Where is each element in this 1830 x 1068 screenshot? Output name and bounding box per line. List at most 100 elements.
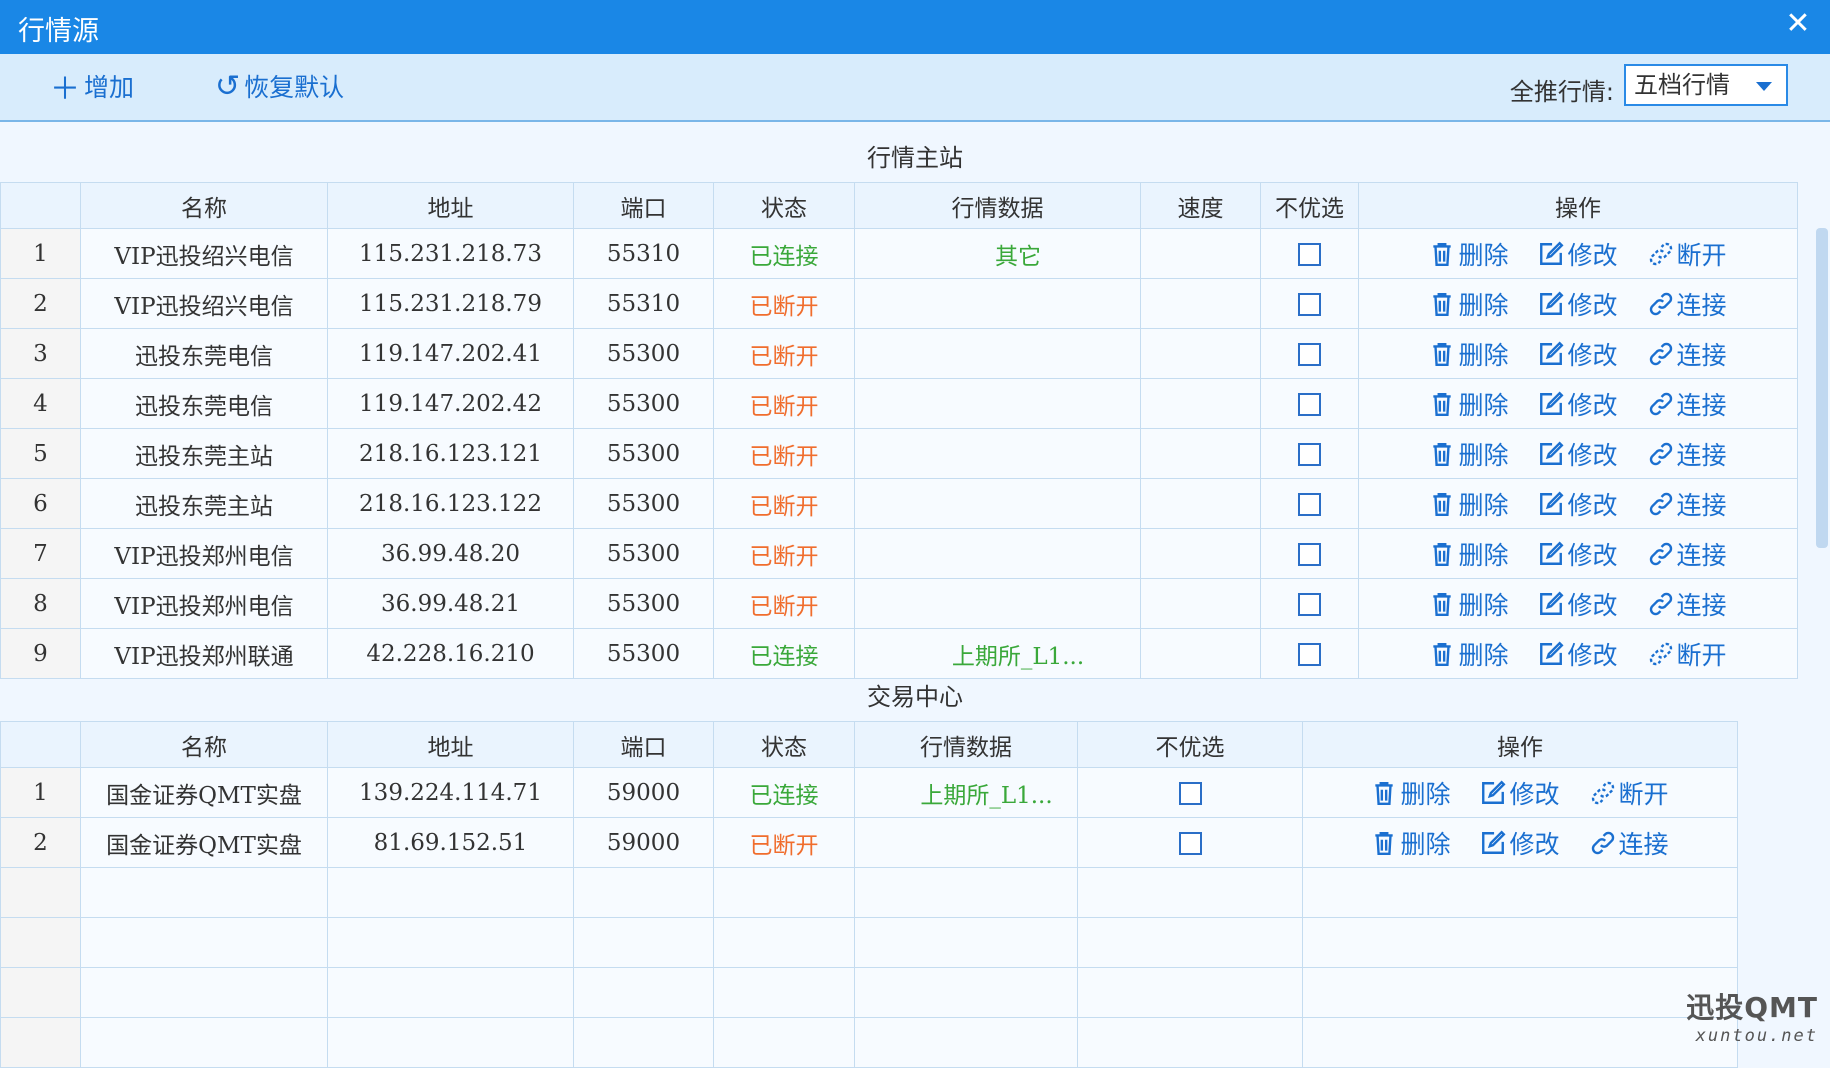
- delete-button[interactable]: 删除: [1371, 825, 1450, 861]
- delete-button[interactable]: 删除: [1429, 586, 1508, 622]
- quote-data: [854, 578, 1141, 629]
- connect-label: 连接: [1618, 829, 1669, 859]
- delete-button[interactable]: 删除: [1371, 775, 1450, 811]
- table-row[interactable]: 2 VIP迅投绍兴电信 115.231.218.79 55310 已断开 删除 修改 连接: [0, 278, 1798, 329]
- connect-button[interactable]: 连接: [1648, 536, 1727, 572]
- table-row[interactable]: 1 VIP迅投绍兴电信 115.231.218.73 55310 已连接 其它 删除 修改 断开: [0, 228, 1798, 279]
- delete-button[interactable]: 删除: [1429, 236, 1508, 272]
- no-preference-checkbox[interactable]: [1298, 243, 1321, 266]
- table-row[interactable]: 4 迅投东莞电信 119.147.202.42 55300 已断开 删除 修改 连接: [0, 378, 1798, 429]
- connection-status: 已连接: [713, 228, 855, 279]
- column-header[interactable]: 端口: [573, 182, 714, 229]
- empty-cell: [0, 867, 81, 918]
- connection-status: 已断开: [713, 378, 855, 429]
- delete-button[interactable]: 删除: [1429, 536, 1508, 572]
- column-header[interactable]: [0, 721, 81, 768]
- edit-button[interactable]: 修改: [1538, 286, 1618, 322]
- table-row[interactable]: 2 国金证券QMT实盘 81.69.152.51 59000 已断开 删除 修改 连接: [0, 817, 1738, 868]
- edit-button[interactable]: 修改: [1538, 386, 1618, 422]
- edit-button[interactable]: 修改: [1538, 536, 1618, 572]
- edit-label: 修改: [1509, 829, 1560, 859]
- disconnect-button[interactable]: 断开: [1648, 636, 1727, 672]
- disconnect-button[interactable]: 断开: [1590, 775, 1669, 811]
- edit-button[interactable]: 修改: [1538, 636, 1618, 672]
- column-header[interactable]: 地址: [327, 721, 574, 768]
- no-preference-checkbox[interactable]: [1178, 832, 1202, 855]
- delete-button[interactable]: 删除: [1429, 436, 1508, 472]
- server-port: 55310: [573, 228, 714, 279]
- table-row[interactable]: 6 迅投东莞主站 218.16.123.122 55300 已断开 删除 修改 连接: [0, 478, 1798, 529]
- no-preference-cell: [1260, 378, 1359, 429]
- column-header[interactable]: 操作: [1302, 721, 1738, 768]
- speed: [1140, 428, 1261, 479]
- operations-cell: 删除 修改 连接: [1358, 528, 1798, 579]
- delete-button[interactable]: 删除: [1429, 336, 1508, 372]
- column-header[interactable]: 行情数据: [854, 721, 1078, 768]
- delete-label: 删除: [1458, 340, 1509, 370]
- restore-default-button[interactable]: ↺ 恢复默认: [215, 68, 344, 104]
- server-name: 迅投东莞主站: [80, 428, 328, 479]
- no-preference-checkbox[interactable]: [1178, 782, 1202, 805]
- disconnect-button[interactable]: 断开: [1648, 236, 1727, 272]
- connection-status: 已断开: [713, 817, 855, 868]
- no-preference-checkbox[interactable]: [1298, 593, 1321, 616]
- add-button[interactable]: ＋ 增加: [50, 68, 134, 107]
- no-preference-checkbox[interactable]: [1298, 393, 1321, 416]
- edit-button[interactable]: 修改: [1480, 775, 1560, 811]
- edit-button[interactable]: 修改: [1538, 436, 1618, 472]
- empty-cell: [854, 917, 1078, 968]
- main-table-scrollbar[interactable]: [1816, 228, 1828, 548]
- edit-button[interactable]: 修改: [1538, 336, 1618, 372]
- edit-button[interactable]: 修改: [1538, 586, 1618, 622]
- edit-button[interactable]: 修改: [1538, 236, 1618, 272]
- column-header[interactable]: 行情数据: [854, 182, 1141, 229]
- column-header[interactable]: 状态: [713, 721, 855, 768]
- no-preference-cell: [1260, 278, 1359, 329]
- no-preference-checkbox[interactable]: [1298, 493, 1321, 516]
- server-name: VIP迅投绍兴电信: [80, 278, 328, 329]
- edit-button[interactable]: 修改: [1538, 486, 1618, 522]
- table-row[interactable]: 9 VIP迅投郑州联通 42.228.16.210 55300 已连接 上期所_L1...…: [0, 628, 1798, 679]
- column-header[interactable]: 操作: [1358, 182, 1798, 229]
- connect-button[interactable]: 连接: [1648, 336, 1727, 372]
- connect-button[interactable]: 连接: [1648, 586, 1727, 622]
- column-header[interactable]: 状态: [713, 182, 855, 229]
- delete-button[interactable]: 删除: [1429, 486, 1508, 522]
- delete-button[interactable]: 删除: [1429, 386, 1508, 422]
- column-header[interactable]: 不优选: [1077, 721, 1303, 768]
- connection-status: 已连接: [713, 767, 855, 818]
- no-preference-checkbox[interactable]: [1298, 543, 1321, 566]
- column-header[interactable]: [0, 182, 81, 229]
- column-header[interactable]: 不优选: [1260, 182, 1359, 229]
- table-row[interactable]: 1 国金证券QMT实盘 139.224.114.71 59000 已连接 上期所_L1..…: [0, 767, 1738, 818]
- no-preference-checkbox[interactable]: [1298, 443, 1321, 466]
- connect-button[interactable]: 连接: [1648, 486, 1727, 522]
- column-header[interactable]: 速度: [1140, 182, 1261, 229]
- delete-button[interactable]: 删除: [1429, 636, 1508, 672]
- restore-label: 恢复默认: [244, 73, 345, 102]
- table-row[interactable]: 3 迅投东莞电信 119.147.202.41 55300 已断开 删除 修改 连接: [0, 328, 1798, 379]
- column-header[interactable]: 端口: [573, 721, 714, 768]
- trash-icon: [1429, 641, 1455, 667]
- server-name: VIP迅投郑州联通: [80, 628, 328, 679]
- connect-button[interactable]: 连接: [1648, 286, 1727, 322]
- connect-button[interactable]: 连接: [1590, 825, 1669, 861]
- column-header[interactable]: 名称: [80, 182, 328, 229]
- connect-button[interactable]: 连接: [1648, 436, 1727, 472]
- column-header[interactable]: 名称: [80, 721, 328, 768]
- operations-cell: 删除 修改 断开: [1302, 767, 1738, 818]
- connect-button[interactable]: 连接: [1648, 386, 1727, 422]
- table-row[interactable]: 8 VIP迅投郑州电信 36.99.48.21 55300 已断开 删除 修改 连接: [0, 578, 1798, 629]
- empty-cell: [573, 917, 714, 968]
- full-push-quote-select[interactable]: 五档行情: [1624, 64, 1788, 106]
- close-icon[interactable]: ✕: [1780, 6, 1816, 42]
- edit-button[interactable]: 修改: [1480, 825, 1560, 861]
- table-row[interactable]: 7 VIP迅投郑州电信 36.99.48.20 55300 已断开 删除 修改 连接: [0, 528, 1798, 579]
- no-preference-checkbox[interactable]: [1298, 643, 1321, 666]
- no-preference-checkbox[interactable]: [1298, 293, 1321, 316]
- no-preference-checkbox[interactable]: [1298, 343, 1321, 366]
- connection-status: 已断开: [713, 278, 855, 329]
- delete-button[interactable]: 删除: [1429, 286, 1508, 322]
- column-header[interactable]: 地址: [327, 182, 574, 229]
- table-row[interactable]: 5 迅投东莞主站 218.16.123.121 55300 已断开 删除 修改 连接: [0, 428, 1798, 479]
